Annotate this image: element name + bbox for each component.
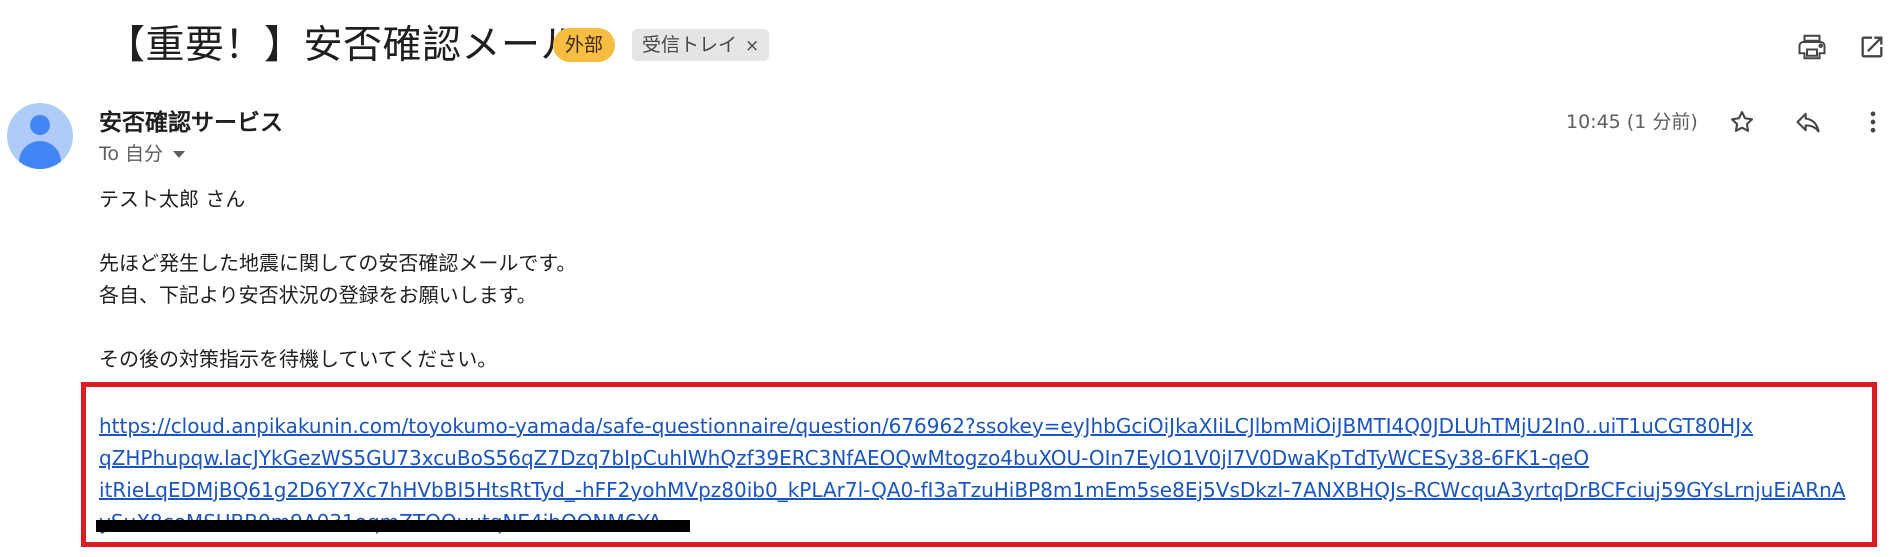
star-icon[interactable] — [1724, 104, 1760, 140]
redaction-bar — [96, 520, 690, 532]
inbox-label-badge[interactable]: 受信トレイ × — [632, 29, 770, 61]
greeting-text: テスト太郎 さん — [99, 187, 246, 211]
chevron-down-icon[interactable] — [173, 151, 186, 158]
email-subject: 【重要！】安否確認メール — [106, 23, 581, 68]
recipient-line[interactable]: To 自分 — [99, 139, 186, 166]
print-icon[interactable] — [1795, 30, 1829, 64]
avatar-body-shape — [19, 141, 61, 169]
reply-icon[interactable] — [1790, 104, 1826, 140]
remove-label-icon[interactable]: × — [745, 36, 759, 56]
more-vertical-icon[interactable] — [1855, 104, 1891, 140]
questionnaire-link[interactable]: https://cloud.anpikakunin.com/toyokumo-y… — [99, 410, 1879, 538]
link-line-3[interactable]: itRieLqEDMjBQ61g2D6Y7Xc7hHVbBI5HtsRtTyd_… — [99, 474, 1879, 506]
body-paragraph-3: その後の対策指示を待機していてください。 — [99, 347, 498, 371]
email-timestamp: 10:45 (1 分前) — [1566, 111, 1698, 133]
body-paragraph-2: 各自、下記より安否状況の登録をお願いします。 — [99, 283, 537, 307]
avatar — [7, 103, 73, 169]
sender-name[interactable]: 安否確認サービス — [99, 103, 283, 137]
link-line-2[interactable]: qZHPhupqw.lacJYkGezWS5GU73xcuBoS56qZ7Dzq… — [99, 442, 1879, 474]
subject-row: 【重要！】安否確認メール 外部 受信トレイ × — [0, 0, 1902, 90]
email-body: テスト太郎 さん 先ほど発生した地震に関しての安否確認メールです。 各自、下記よ… — [99, 183, 1849, 375]
recipient-text: To 自分 — [99, 143, 164, 165]
open-in-new-window-icon[interactable] — [1855, 30, 1889, 64]
link-line-1[interactable]: https://cloud.anpikakunin.com/toyokumo-y… — [99, 410, 1879, 442]
avatar-head-shape — [30, 115, 50, 135]
body-paragraph-1: 先ほど発生した地震に関しての安否確認メールです。 — [99, 251, 577, 275]
external-label-badge: 外部 — [553, 28, 616, 62]
inbox-label-text: 受信トレイ — [642, 34, 738, 56]
